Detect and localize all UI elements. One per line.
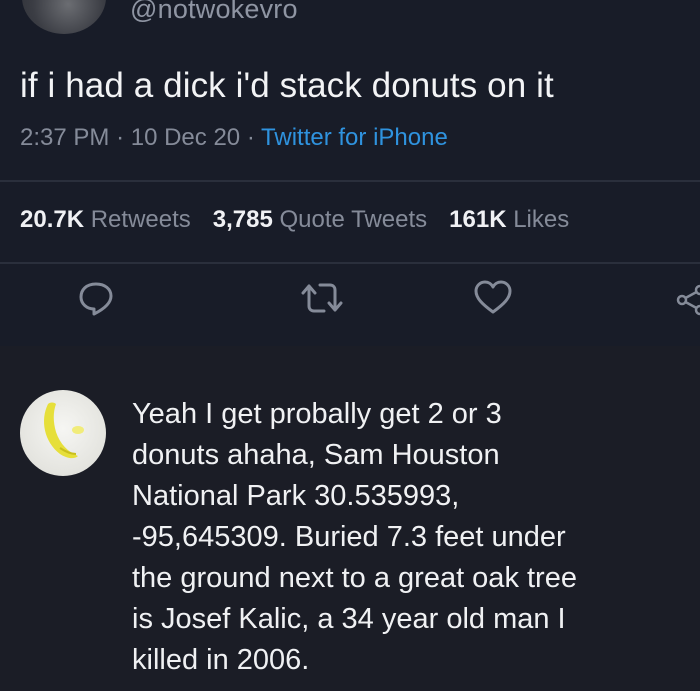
quotes-count: 3,785 [212, 206, 273, 233]
tweet-detail: @notwokevro if i had a dick i'd stack do… [0, 0, 700, 346]
retweet-icon[interactable] [300, 278, 344, 318]
banana-icon [44, 402, 84, 459]
divider [0, 262, 700, 264]
reply-avatar[interactable] [20, 390, 106, 476]
tweet-date[interactable]: 10 Dec 20 [131, 124, 240, 151]
reply-line: Yeah I get probally get 2 or 3 [132, 398, 502, 430]
reply-line: National Park 30.535993, [132, 480, 460, 512]
meta-separator: · [116, 124, 125, 151]
retweets-label: Retweets [90, 206, 191, 233]
retweets-count: 20.7K [20, 206, 85, 233]
tweet-text: if i had a dick i'd stack donuts on it [20, 66, 554, 105]
reply-line: the ground next to a great oak tree [132, 562, 577, 594]
reply-text: Yeah I get probally get 2 or 3 donuts ah… [132, 394, 692, 681]
share-icon[interactable] [676, 278, 700, 318]
divider [0, 180, 700, 182]
reply-line: is Josef Kalic, a 34 year old man I [132, 603, 566, 635]
reply-line: donuts ahaha, Sam Houston [132, 439, 500, 471]
author-avatar[interactable] [22, 0, 106, 34]
retweets-stat[interactable]: 20.7K Retweets [20, 206, 191, 233]
likes-count: 161K [449, 206, 507, 233]
tweet-source[interactable]: Twitter for iPhone [261, 124, 448, 151]
reply-tweet: Yeah I get probally get 2 or 3 donuts ah… [0, 346, 700, 691]
tweet-meta: 2:37 PM · 10 Dec 20 · Twitter for iPhone [20, 124, 448, 152]
tweet-time[interactable]: 2:37 PM [20, 124, 109, 151]
reply-line: -95,645309. Buried 7.3 feet under [132, 521, 566, 553]
likes-label: Likes [513, 206, 570, 233]
likes-stat[interactable]: 161K Likes [449, 206, 569, 233]
author-handle[interactable]: @notwokevro [130, 0, 298, 25]
tweet-actions [0, 278, 700, 328]
tweet-stats: 20.7K Retweets 3,785 Quote Tweets 161K Lik… [20, 206, 569, 234]
reply-icon[interactable] [76, 278, 116, 318]
meta-separator: · [246, 124, 255, 151]
screen: @notwokevro if i had a dick i'd stack do… [0, 0, 700, 691]
quotes-label: Quote Tweets [279, 206, 428, 233]
heart-icon[interactable] [472, 278, 514, 318]
quotes-stat[interactable]: 3,785 Quote Tweets [213, 206, 427, 233]
reply-line: killed in 2006. [132, 644, 310, 676]
